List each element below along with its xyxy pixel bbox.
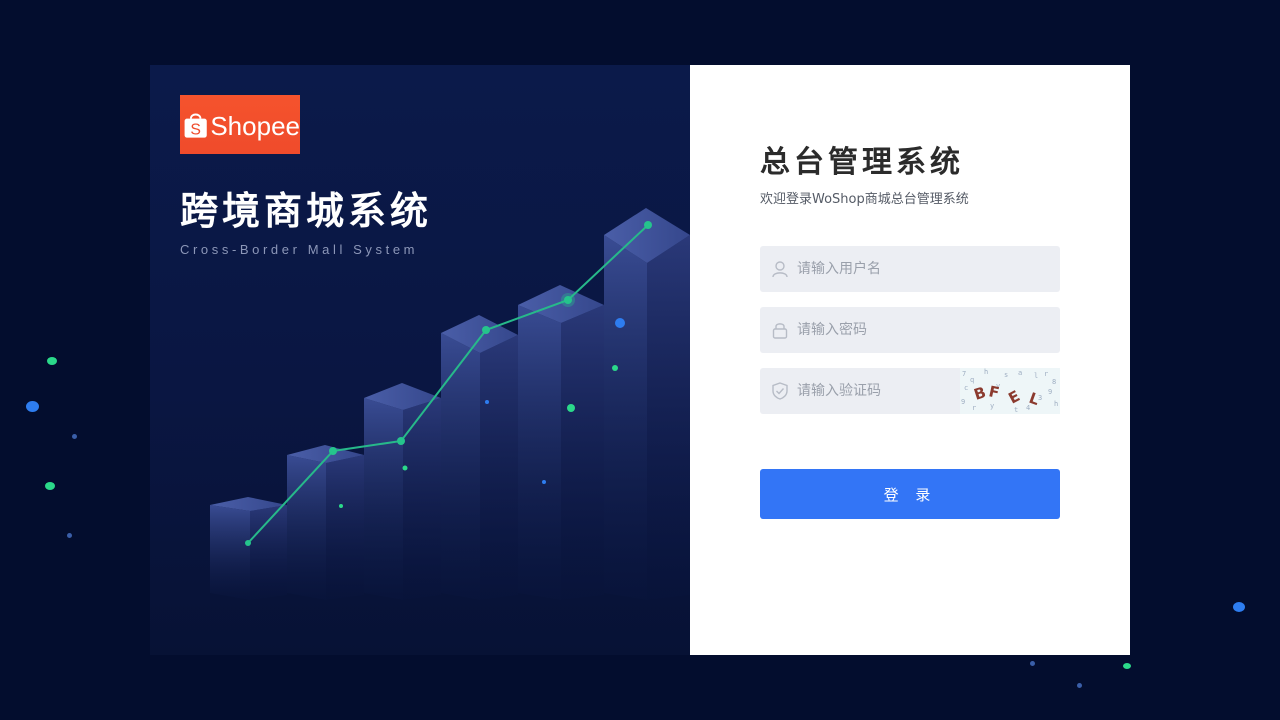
svg-text:s: s	[1004, 371, 1008, 379]
svg-text:7: 7	[962, 370, 966, 378]
bar-6	[604, 208, 690, 600]
decor-dot	[1077, 683, 1082, 688]
captcha-image[interactable]: 7qc 9rh ysa 4lr 89h 3tv B F E L	[960, 368, 1060, 414]
svg-text:a: a	[1018, 369, 1022, 377]
svg-text:F: F	[987, 382, 1001, 402]
hero-subtitle: Cross-Border Mall System	[180, 242, 419, 257]
svg-text:q: q	[970, 376, 974, 384]
username-input[interactable]	[797, 246, 1060, 292]
svg-text:c: c	[964, 384, 968, 392]
decor-dot	[1233, 602, 1245, 612]
captcha-graphic: 7qc 9rh ys a 4l r 89h 3tv B F E L	[961, 368, 1058, 414]
bar-2	[287, 445, 364, 600]
decor-dot	[26, 401, 39, 412]
password-field[interactable]	[760, 307, 1060, 353]
captcha-field[interactable]	[760, 368, 971, 414]
shopee-logo: S Shopee	[180, 95, 300, 154]
svg-text:h: h	[1054, 400, 1058, 408]
svg-text:9: 9	[961, 398, 965, 406]
logo-text: Shopee	[210, 111, 300, 141]
bar-3	[364, 383, 441, 600]
svg-text:9: 9	[1048, 388, 1052, 396]
decor-dot	[1030, 661, 1035, 666]
captcha-input[interactable]	[797, 368, 971, 414]
shield-check-icon	[771, 382, 789, 400]
lock-icon	[771, 321, 789, 339]
svg-text:B: B	[972, 383, 988, 404]
login-subtitle: 欢迎登录WoShop商城总台管理系统	[760, 192, 969, 207]
hero-title: 跨境商城系统	[180, 189, 433, 233]
login-panel: 总台管理系统 欢迎登录WoShop商城总台管理系统 请输入用户名 请输入验证码 …	[690, 65, 1130, 655]
decor-dot	[45, 482, 55, 490]
svg-text:S: S	[190, 121, 201, 138]
decor-dot	[47, 357, 57, 365]
decor-dot	[1123, 663, 1131, 669]
svg-text:8: 8	[1052, 378, 1056, 386]
decor-dot	[72, 434, 77, 439]
username-field[interactable]	[760, 246, 1060, 292]
login-button[interactable]: 登 录	[760, 469, 1060, 519]
svg-text:h: h	[984, 368, 988, 376]
svg-text:E: E	[1005, 387, 1023, 408]
bar-5	[518, 285, 604, 600]
password-input[interactable]	[797, 307, 1060, 353]
bar-4	[441, 315, 518, 600]
svg-text:l: l	[1034, 372, 1038, 380]
svg-text:r: r	[972, 404, 976, 412]
svg-text:y: y	[990, 402, 994, 410]
svg-text:r: r	[1044, 370, 1048, 378]
login-card: S Shopee 跨境商城系统 Cross-Border Mall System…	[150, 65, 1130, 655]
user-icon	[771, 260, 789, 278]
shopping-bag-icon: S	[184, 113, 207, 138]
login-title: 总台管理系统	[760, 145, 964, 180]
svg-text:t: t	[1014, 406, 1018, 414]
hero-panel: S Shopee 跨境商城系统 Cross-Border Mall System	[150, 65, 690, 655]
decor-dot	[67, 533, 72, 538]
